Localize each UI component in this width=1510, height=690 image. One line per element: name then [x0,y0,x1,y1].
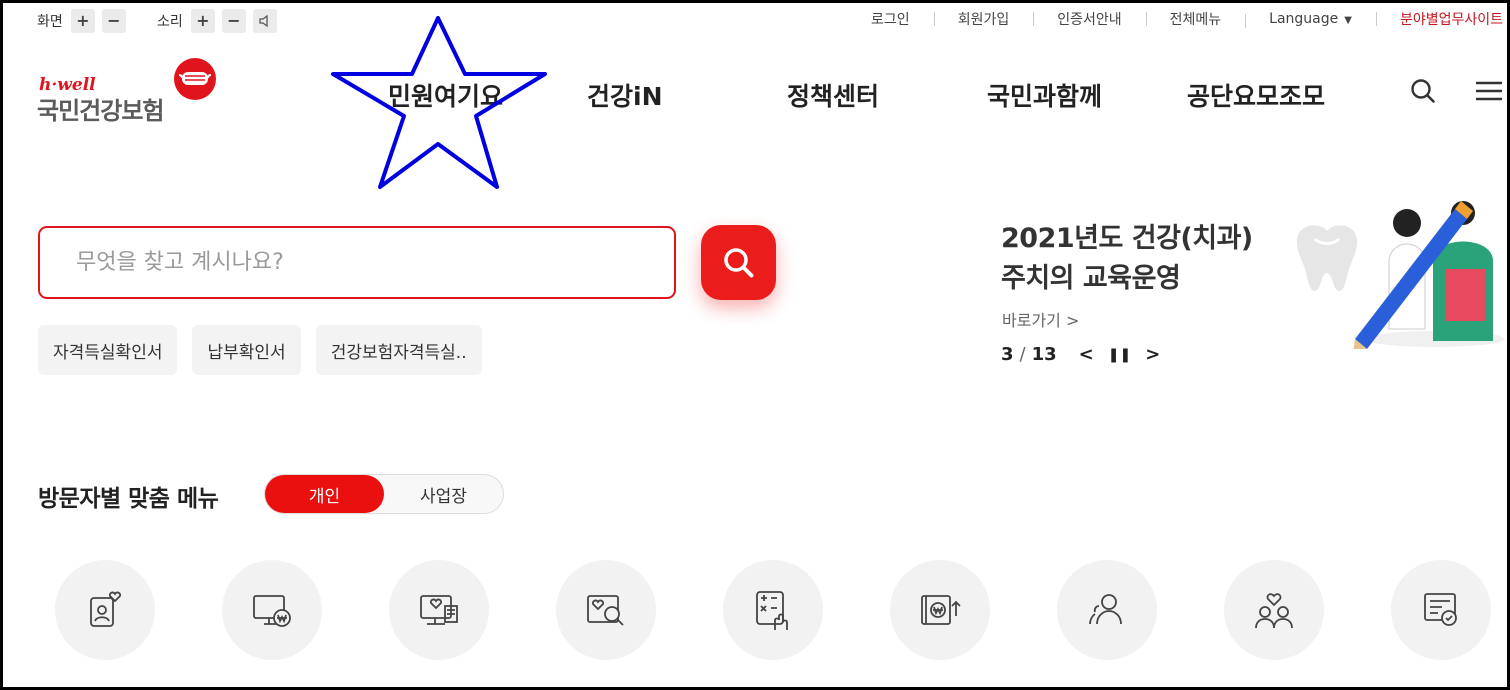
menu-circle[interactable] [1391,560,1491,660]
page: 화면 + − 소리 + − 로그인 회원가입 인증서안내 전체메뉴 Langua… [3,3,1507,687]
banner-title-line: 주치의 교육운영 [1001,263,1181,294]
menu-circle[interactable] [723,560,823,660]
calculator-hand-icon [756,591,788,630]
search-icon[interactable] [1409,77,1437,105]
utility-bar: 화면 + − 소리 + − 로그인 회원가입 인증서안내 전체메뉴 Langua… [3,3,1507,37]
sound-group: 소리 + − [157,9,284,33]
logo-mask-icon [174,58,216,100]
banner-pager: 3 / 13 < ❚❚ > [1001,344,1160,365]
toggle-personal[interactable]: 개인 [265,475,384,513]
volume-down-button[interactable]: − [221,9,246,33]
nhis-logo[interactable]: h·well 국민건강보험 [37,57,222,127]
toggle-business[interactable]: 사업장 [384,475,503,513]
profile-heart-icon [90,591,122,627]
quick-tags: 자격득실확인서 납부확인서 건강보험자격득실.. [38,325,497,375]
caret-down-icon: ▼ [1344,15,1352,26]
next-arrow-icon[interactable]: > [1145,344,1160,365]
zoom-out-button[interactable]: − [101,9,126,33]
visitor-type-toggle: 개인 사업장 [264,474,504,514]
monitor-won-icon [253,595,291,627]
search-field-container [38,226,676,299]
screen-zoom-label: 화면 [37,14,63,30]
menu-circle[interactable] [55,560,155,660]
signup-link[interactable]: 회원가입 [933,9,1034,29]
quick-tag[interactable]: 납부확인서 [192,325,301,375]
dental-illustration [1296,201,1505,349]
nav-health-in[interactable]: 건강iN [587,77,663,113]
wallet-won-up-icon [921,595,961,625]
menu-icon-row [55,560,1507,670]
quick-tag[interactable]: 자격득실확인서 [38,325,178,375]
search-icon [723,247,753,277]
all-menu-link[interactable]: 전체메뉴 [1145,9,1246,29]
zoom-in-button[interactable]: + [70,9,95,33]
language-label: Language [1269,11,1339,27]
menu-circle[interactable] [222,560,322,660]
monitor-certificate-icon [420,595,458,625]
login-link[interactable]: 로그인 [847,9,934,29]
search-input[interactable] [40,228,674,297]
banner-title: 2021년도 건강(치과) 주치의 교육운영 [1001,219,1253,299]
certificate-guide-link[interactable]: 인증서안내 [1033,9,1145,29]
screen-zoom-group: 화면 + − [37,9,133,33]
sound-label: 소리 [157,14,183,30]
speaker-button[interactable] [252,9,277,33]
utility-links: 로그인 회원가입 인증서안내 전체메뉴 Language ▼ 분야별업무사이트 [847,9,1507,29]
speaker-icon [259,14,268,28]
menu-circle[interactable] [890,560,990,660]
pager-current: 3 [1001,344,1014,365]
menu-circle[interactable] [556,560,656,660]
volume-up-button[interactable]: + [190,9,215,33]
pause-icon[interactable]: ❚❚ [1108,347,1131,363]
pager-separator: / [1019,344,1026,365]
logo-name: 국민건강보험 [37,97,164,125]
language-select[interactable]: Language ▼ [1245,11,1376,28]
search-button[interactable] [701,225,776,300]
heart-search-icon [587,595,624,626]
menu-circle[interactable] [1057,560,1157,660]
business-site-link[interactable]: 분야별업무사이트 [1375,9,1507,29]
menu-circle[interactable] [389,560,489,660]
banner-shortcut-link[interactable]: 바로가기 > [1002,307,1079,331]
nav-corporation[interactable]: 공단요모조모 [1187,77,1325,113]
pager-total: 13 [1031,344,1057,365]
nav-with-citizens[interactable]: 국민과함께 [987,77,1102,113]
visitor-menu-title: 방문자별 맞춤 메뉴 [38,486,219,512]
quick-tag[interactable]: 건강보험자격득실.. [315,325,482,375]
nav-civil-petition[interactable]: 민원여기요 [388,77,503,113]
prev-arrow-icon[interactable]: < [1079,344,1094,365]
family-heart-icon [1255,593,1293,629]
hamburger-menu-icon[interactable] [1475,77,1503,105]
users-icon [1089,594,1122,625]
menu-circle[interactable] [1224,560,1324,660]
nav-policy-center[interactable]: 정책센터 [787,77,879,113]
document-check-icon [1424,593,1457,626]
banner-title-line: 2021년도 건강(치과) [1001,223,1253,254]
